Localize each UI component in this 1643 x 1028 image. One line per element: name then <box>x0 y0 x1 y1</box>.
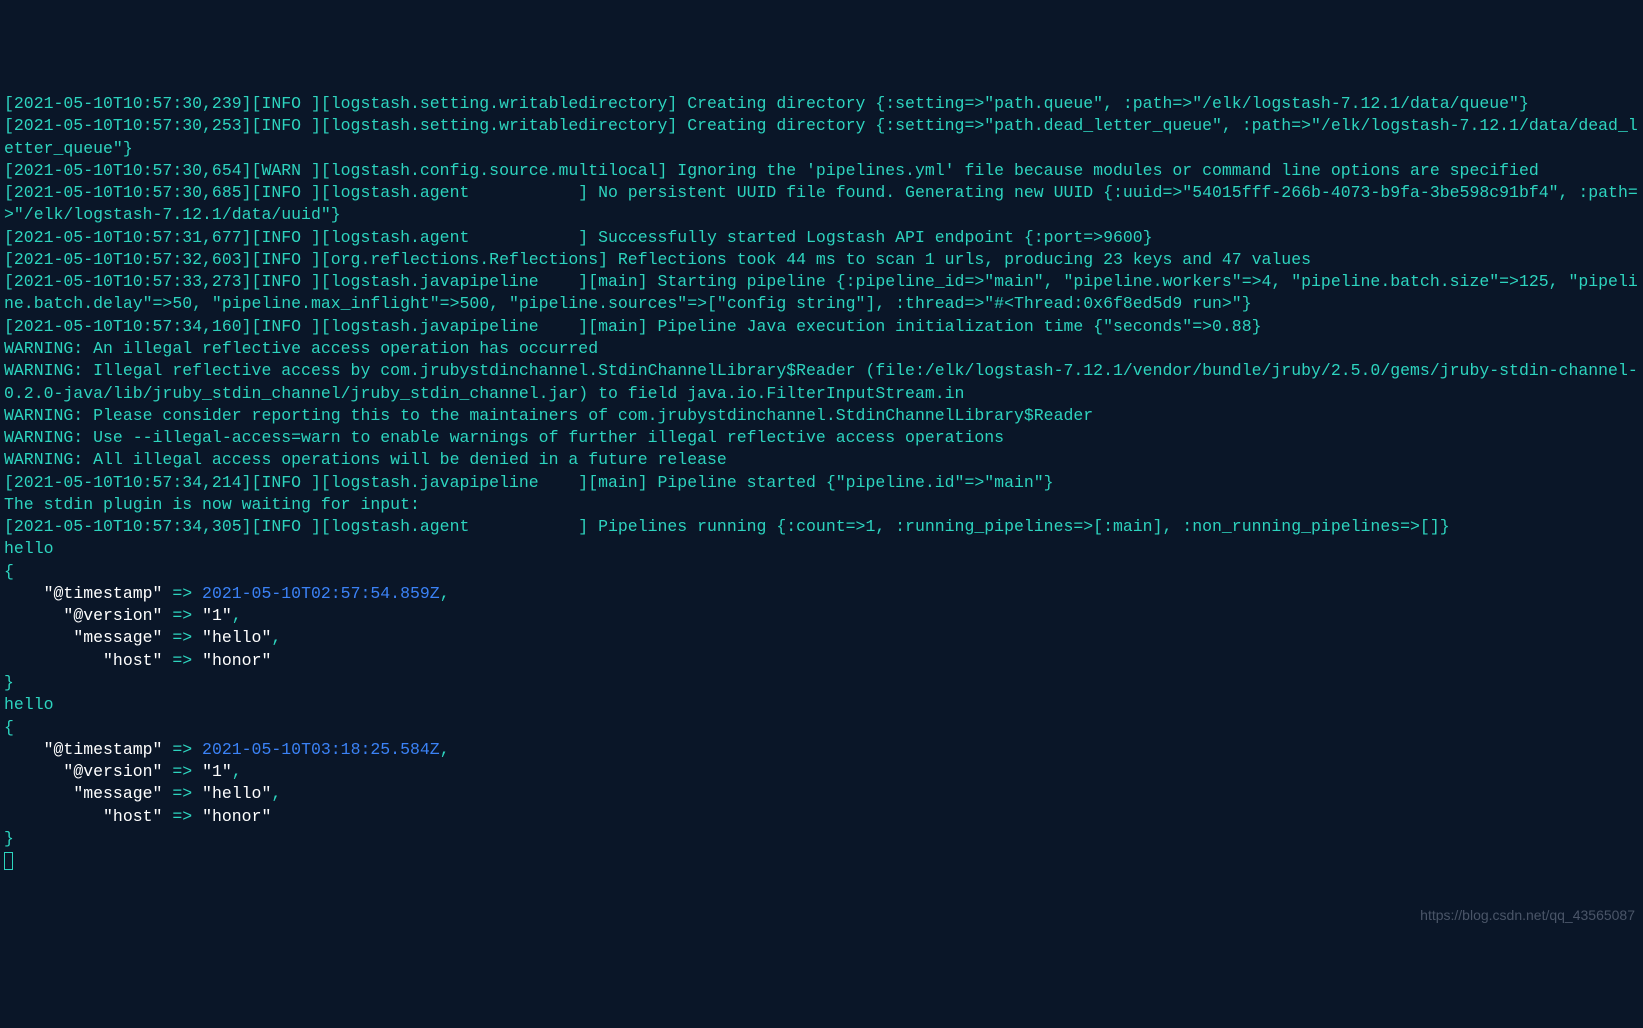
log-line: WARNING: Please consider reporting this … <box>4 406 1093 425</box>
log-line: [2021-05-10T10:57:33,273][INFO ][logstas… <box>4 272 1638 313</box>
log-line: [2021-05-10T10:57:31,677][INFO ][logstas… <box>4 228 1153 247</box>
log-line: WARNING: Use --illegal-access=warn to en… <box>4 428 1004 447</box>
close-brace: } <box>4 673 14 692</box>
log-line: [2021-05-10T10:57:34,305][INFO ][logstas… <box>4 517 1450 536</box>
log-line: [2021-05-10T10:57:30,253][INFO ][logstas… <box>4 116 1638 157</box>
arrow: => <box>162 628 202 647</box>
log-line: The stdin plugin is now waiting for inpu… <box>4 495 420 514</box>
host-value: "honor" <box>202 651 271 670</box>
host-key: "host" <box>103 651 162 670</box>
message-value: "hello" <box>202 628 271 647</box>
arrow: => <box>162 784 202 803</box>
log-line: [2021-05-10T10:57:30,654][WARN ][logstas… <box>4 161 1539 180</box>
timestamp-value: 2021-05-10T03:18:25.584Z <box>202 740 440 759</box>
timestamp-key: "@timestamp" <box>44 740 163 759</box>
cursor-icon <box>4 852 13 870</box>
log-line: [2021-05-10T10:57:30,685][INFO ][logstas… <box>4 183 1638 224</box>
timestamp-value: 2021-05-10T02:57:54.859Z <box>202 584 440 603</box>
log-line: WARNING: Illegal reflective access by co… <box>4 361 1638 402</box>
comma: , <box>271 784 281 803</box>
comma: , <box>232 762 242 781</box>
message-key: "message" <box>73 628 162 647</box>
arrow: => <box>162 584 202 603</box>
arrow: => <box>162 651 202 670</box>
log-line: WARNING: All illegal access operations w… <box>4 450 727 469</box>
version-key: "@version" <box>63 606 162 625</box>
log-line: [2021-05-10T10:57:34,160][INFO ][logstas… <box>4 317 1262 336</box>
timestamp-key: "@timestamp" <box>44 584 163 603</box>
open-brace: { <box>4 718 14 737</box>
watermark-text: https://blog.csdn.net/qq_43565087 <box>1420 906 1635 925</box>
arrow: => <box>162 807 202 826</box>
comma: , <box>232 606 242 625</box>
comma: , <box>440 584 450 603</box>
version-value: "1" <box>202 762 232 781</box>
arrow: => <box>162 740 202 759</box>
message-value: "hello" <box>202 784 271 803</box>
log-line: [2021-05-10T10:57:32,603][INFO ][org.ref… <box>4 250 1311 269</box>
host-key: "host" <box>103 807 162 826</box>
stdin-input: hello <box>4 695 54 714</box>
host-value: "honor" <box>202 807 271 826</box>
log-line: [2021-05-10T10:57:34,214][INFO ][logstas… <box>4 473 1054 492</box>
version-key: "@version" <box>63 762 162 781</box>
terminal-output[interactable]: [2021-05-10T10:57:30,239][INFO ][logstas… <box>4 93 1639 872</box>
log-line: WARNING: An illegal reflective access op… <box>4 339 598 358</box>
version-value: "1" <box>202 606 232 625</box>
stdin-input: hello <box>4 539 54 558</box>
message-key: "message" <box>73 784 162 803</box>
comma: , <box>440 740 450 759</box>
comma: , <box>271 628 281 647</box>
arrow: => <box>162 606 202 625</box>
log-line: [2021-05-10T10:57:30,239][INFO ][logstas… <box>4 94 1529 113</box>
open-brace: { <box>4 562 14 581</box>
close-brace: } <box>4 829 14 848</box>
arrow: => <box>162 762 202 781</box>
